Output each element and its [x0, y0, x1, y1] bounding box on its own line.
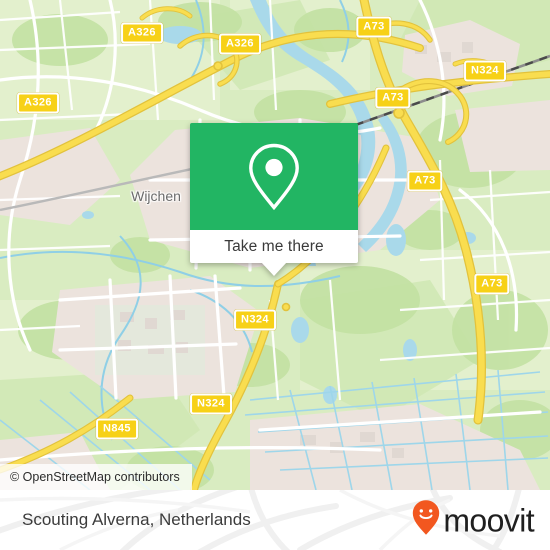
map-pin-icon — [245, 141, 303, 213]
osm-attribution[interactable]: © OpenStreetMap contributors — [0, 464, 192, 490]
road-shield-a73-3[interactable]: A73 — [407, 170, 443, 192]
road-shield-n324-2[interactable]: N324 — [234, 309, 276, 331]
road-shield-a326-1[interactable]: A326 — [121, 22, 163, 44]
callout-tail-pointer — [261, 262, 287, 276]
moovit-smiley-pin-icon — [412, 500, 440, 541]
road-shield-n324-1[interactable]: N324 — [464, 60, 506, 82]
road-shield-a73-1[interactable]: A73 — [356, 16, 392, 38]
location-callout-card[interactable]: Take me there — [190, 123, 358, 276]
moovit-map-screenshot: Wijchen A326 A326 A326 A73 A73 N324 A73 … — [0, 0, 550, 550]
take-me-there-label: Take me there — [224, 237, 324, 255]
map-canvas[interactable]: Wijchen A326 A326 A326 A73 A73 N324 A73 … — [0, 0, 550, 490]
callout-header — [190, 123, 358, 230]
moovit-wordmark: moovit — [443, 502, 534, 538]
road-shield-a326-2[interactable]: A326 — [219, 33, 261, 55]
road-shield-a73-4[interactable]: A73 — [474, 273, 510, 295]
road-shield-n845[interactable]: N845 — [96, 418, 138, 440]
road-shield-n324-3[interactable]: N324 — [190, 393, 232, 415]
road-shield-a73-2[interactable]: A73 — [375, 87, 411, 109]
footer-bar: Scouting Alverna, Netherlands moovit — [0, 490, 550, 550]
road-shield-a326-3[interactable]: A326 — [17, 92, 59, 114]
place-label-wijchen: Wijchen — [131, 188, 181, 204]
place-title: Scouting Alverna, Netherlands — [22, 510, 251, 529]
callout-footer[interactable]: Take me there — [190, 230, 358, 276]
moovit-logo[interactable]: moovit — [412, 500, 535, 541]
